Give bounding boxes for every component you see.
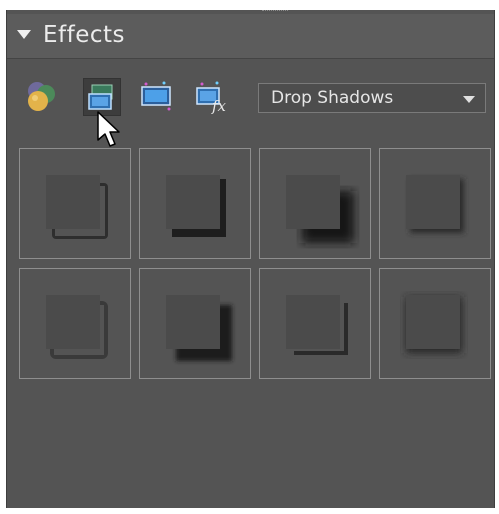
chevron-down-icon: [463, 96, 475, 103]
drop-shadow-7[interactable]: [259, 268, 371, 379]
drop-shadow-4[interactable]: [379, 148, 491, 259]
triangle-down-icon[interactable]: [17, 30, 31, 39]
svg-text:fx: fx: [211, 97, 227, 114]
drop-shadow-2[interactable]: [139, 148, 251, 259]
drop-shadow-8[interactable]: [379, 268, 491, 379]
fx-all-effects-icon[interactable]: fx: [193, 78, 229, 115]
effect-category-value: Drop Shadows: [271, 88, 394, 108]
drop-shadow-1[interactable]: [19, 148, 131, 259]
drop-shadow-5[interactable]: [19, 268, 131, 379]
effect-category-select[interactable]: Drop Shadows: [258, 83, 486, 113]
effects-panel: Effects fx Drop Shadows: [6, 10, 495, 508]
mouse-pointer-icon: [96, 110, 124, 156]
drop-shadow-3[interactable]: [259, 148, 371, 259]
layer-styles-icon[interactable]: [23, 78, 59, 114]
panel-title: Effects: [43, 22, 126, 48]
drop-shadow-6[interactable]: [139, 268, 251, 379]
panel-header[interactable]: Effects: [7, 14, 494, 59]
photo-effects-icon[interactable]: [138, 78, 174, 114]
effects-toolbar: fx Drop Shadows: [7, 70, 494, 120]
